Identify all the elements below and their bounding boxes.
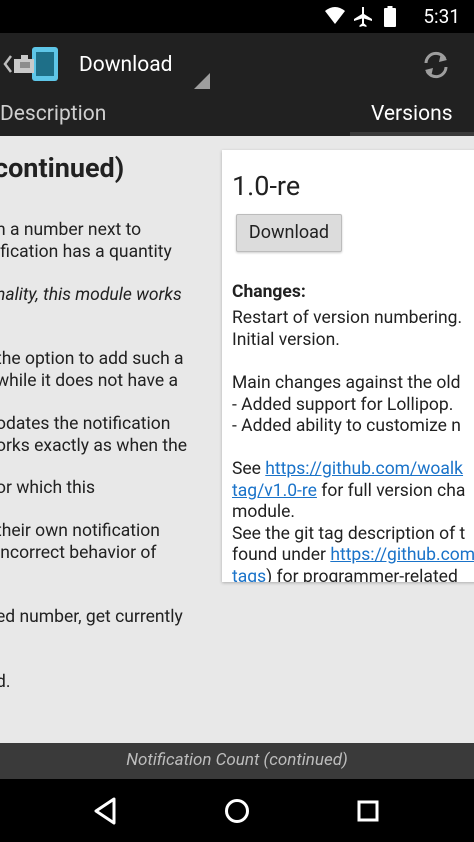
version-name: 1.0-re bbox=[232, 170, 301, 202]
description-line: or which this bbox=[0, 478, 96, 498]
nav-back-button[interactable] bbox=[87, 793, 123, 829]
changelog-line: Main changes against the old bbox=[232, 373, 461, 393]
changelog-line: See the git tag description of t bbox=[232, 524, 466, 544]
description-line: ed number, get currently bbox=[0, 607, 183, 627]
app-bar: Download bbox=[0, 33, 474, 96]
changelog-line: See https://github.com/woalk bbox=[232, 458, 463, 480]
github-link[interactable]: https://github.com/woalk bbox=[265, 459, 463, 479]
description-line: the option to add such a bbox=[0, 349, 184, 369]
changelog-line: - Added ability to customize n bbox=[232, 416, 461, 436]
refresh-icon bbox=[424, 51, 448, 79]
description-page: continued) n a number next to ification … bbox=[0, 136, 220, 743]
status-time: 5:31 bbox=[423, 5, 460, 28]
back-triangle-icon bbox=[94, 797, 116, 825]
app-bar-title[interactable]: Download bbox=[79, 53, 173, 77]
description-line: incorrect behavior of bbox=[0, 543, 157, 563]
dropdown-triangle-icon bbox=[194, 73, 210, 89]
version-card: 1.0-re Download Changes: Restart of vers… bbox=[222, 150, 474, 582]
description-line: while it does not have a bbox=[0, 371, 178, 391]
changelog-text: for full version cha bbox=[316, 481, 466, 501]
xposed-installer-logo-icon bbox=[14, 47, 58, 81]
up-navigation-button[interactable] bbox=[0, 41, 62, 89]
changes-label: Changes: bbox=[232, 282, 306, 302]
recents-square-icon bbox=[357, 800, 379, 822]
wifi-icon bbox=[325, 7, 345, 24]
airplane-mode-icon bbox=[354, 7, 372, 27]
changelog-line: Initial version. bbox=[232, 330, 340, 350]
refresh-button[interactable] bbox=[414, 43, 458, 87]
description-heading: continued) bbox=[0, 152, 125, 184]
description-line: nality, this module works bbox=[0, 285, 182, 305]
changelog-line: found under https://github.com bbox=[232, 544, 474, 566]
changelog-text: found under bbox=[232, 545, 331, 565]
system-navigation-bar bbox=[0, 779, 474, 842]
description-line: orks exactly as when the bbox=[0, 436, 188, 456]
tab-versions[interactable]: Versions bbox=[371, 102, 453, 126]
description-line: their own notification bbox=[0, 521, 160, 541]
github-link[interactable]: https://github.com bbox=[330, 545, 474, 565]
module-name-text: Notification Count (continued) bbox=[126, 750, 348, 770]
tab-description[interactable]: Description bbox=[0, 102, 106, 126]
changelog-line: tags) for programmer-related bbox=[232, 566, 458, 582]
changelog-text: See bbox=[232, 459, 266, 479]
home-circle-icon bbox=[225, 799, 249, 823]
description-line: d. bbox=[0, 672, 11, 692]
download-button[interactable]: Download bbox=[236, 214, 342, 252]
status-bar: 5:31 bbox=[0, 0, 474, 33]
changelog-line: Restart of version numbering. bbox=[232, 308, 463, 328]
description-line: ification has a quantity bbox=[0, 242, 172, 262]
nav-home-button[interactable] bbox=[219, 793, 255, 829]
changelog-text: ) for programmer-related bbox=[266, 567, 458, 582]
content-pager[interactable]: continued) n a number next to ification … bbox=[0, 136, 474, 743]
changelog-line: module. bbox=[232, 502, 295, 522]
module-name-footer: Notification Count (continued) bbox=[0, 743, 474, 779]
tags-link[interactable]: tags bbox=[232, 567, 266, 582]
description-line: n a number next to bbox=[0, 220, 142, 240]
github-link[interactable]: tag/v1.0-re bbox=[232, 481, 317, 501]
description-line: odates the notification bbox=[0, 414, 171, 434]
nav-recents-button[interactable] bbox=[350, 793, 386, 829]
changelog-line: - Added support for Lollipop. bbox=[232, 395, 454, 415]
battery-icon bbox=[384, 6, 396, 27]
changelog-line: tag/v1.0-re for full version cha bbox=[232, 480, 465, 502]
tab-bar: Description Versions bbox=[0, 96, 474, 136]
